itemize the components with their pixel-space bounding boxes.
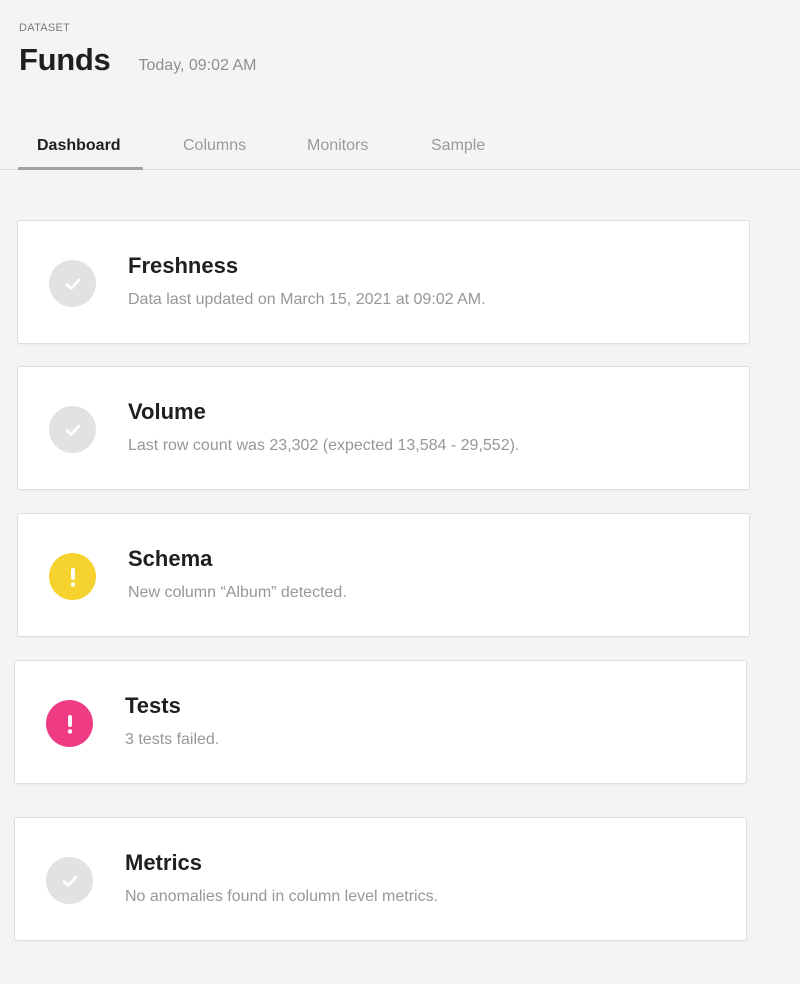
freshness-description: Data last updated on March 15, 2021 at 0… bbox=[128, 291, 486, 308]
freshness-title: Freshness bbox=[128, 253, 239, 278]
schema-description: New column “Album” detected. bbox=[128, 584, 347, 601]
volume-title: Volume bbox=[128, 399, 206, 424]
metrics-description: No anomalies found in column level metri… bbox=[125, 888, 439, 905]
metrics-title: Metrics bbox=[125, 850, 203, 875]
error-exclamation-icon bbox=[46, 700, 93, 747]
tests-card[interactable]: Tests 3 tests failed. bbox=[14, 660, 747, 784]
check-icon bbox=[49, 406, 96, 453]
schema-title: Schema bbox=[128, 546, 213, 571]
metrics-card[interactable]: Metrics No anomalies found in column lev… bbox=[14, 817, 747, 941]
page-title: Funds bbox=[19, 42, 111, 77]
title-row: Funds Today, 09:02 AM bbox=[19, 42, 257, 78]
last-updated-timestamp: Today, 09:02 AM bbox=[138, 57, 257, 74]
volume-description: Last row count was 23,302 (expected 13,5… bbox=[128, 437, 520, 454]
tests-title: Tests bbox=[125, 693, 181, 718]
tab-bar: Dashboard Columns Monitors Sample bbox=[0, 130, 800, 170]
dataset-dashboard-page: DATASET Funds Today, 09:02 AM Dashboard … bbox=[0, 0, 800, 984]
tests-description: 3 tests failed. bbox=[125, 731, 220, 748]
warning-exclamation-icon bbox=[49, 553, 96, 600]
freshness-card[interactable]: Freshness Data last updated on March 15,… bbox=[17, 220, 750, 344]
tab-monitors[interactable]: Monitors bbox=[307, 137, 368, 155]
volume-card[interactable]: Volume Last row count was 23,302 (expect… bbox=[17, 366, 750, 490]
schema-card[interactable]: Schema New column “Album” detected. bbox=[17, 513, 750, 637]
dataset-eyebrow: DATASET bbox=[19, 22, 71, 34]
tab-dashboard[interactable]: Dashboard bbox=[37, 137, 121, 155]
check-icon bbox=[46, 857, 93, 904]
tab-sample[interactable]: Sample bbox=[431, 137, 485, 155]
page-header: DATASET Funds Today, 09:02 AM bbox=[19, 22, 257, 78]
active-tab-indicator bbox=[18, 167, 143, 170]
check-icon bbox=[49, 260, 96, 307]
tab-columns[interactable]: Columns bbox=[183, 137, 246, 155]
